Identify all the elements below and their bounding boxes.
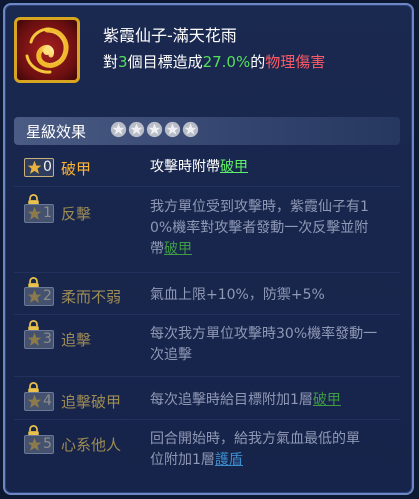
star-level-badge: 5 <box>24 435 54 454</box>
star-effects-header: 星級效果 <box>14 117 400 145</box>
shield-link[interactable]: 護盾 <box>215 452 243 468</box>
effect-description: 我方單位受到攻擊時，紫霞仙子有1 0%機率對攻擊者發動一次反擊並附 帶破甲 <box>150 199 369 257</box>
star-icon <box>27 437 42 451</box>
armor-break-link[interactable]: 破甲 <box>220 159 248 175</box>
star-icon <box>110 121 127 138</box>
star-effect-row-5: 5 心系他人 回合開始時，給我方氣血最低的單 位附加1層護盾 <box>14 423 400 477</box>
skill-description: 對3個目標造成27.0%的物理傷害 <box>103 53 326 71</box>
star-level-badge: 1 <box>24 204 54 223</box>
star-icon <box>27 289 42 303</box>
star-level-badge: 4 <box>24 392 54 411</box>
star-icon <box>128 121 145 138</box>
star-rating <box>110 121 199 138</box>
effect-name: 柔而不弱 <box>61 288 122 306</box>
star-level-badge: 2 <box>24 287 54 306</box>
effect-description: 回合開始時，給我方氣血最低的單 位附加1層護盾 <box>150 431 360 468</box>
star-effects-title: 星級效果 <box>26 123 87 141</box>
damage-type: 物理傷害 <box>265 53 326 71</box>
star-level-badge: 3 <box>24 330 54 349</box>
star-icon <box>27 206 42 220</box>
star-icon <box>27 394 42 408</box>
star-effect-row-4: 4 追擊破甲 每次追擊時給目標附加1層破甲 <box>14 380 400 416</box>
star-icon <box>146 121 163 138</box>
star-icon <box>164 121 181 138</box>
star-effect-row-1: 1 反擊 我方單位受到攻擊時，紫霞仙子有1 0%機率對攻擊者發動一次反擊並附 帶… <box>14 192 400 264</box>
skill-title: 紫霞仙子-滿天花雨 <box>103 26 237 45</box>
effect-description: 氣血上限+10%，防禦+5% <box>150 287 325 303</box>
effect-description: 每次我方單位攻擊時30%機率發動一 次追擊 <box>150 326 378 363</box>
effect-description: 攻擊時附帶破甲 <box>150 159 248 175</box>
star-icon <box>27 160 42 174</box>
star-level-badge: 0 <box>24 158 54 177</box>
effect-name: 心系他人 <box>61 436 122 454</box>
effect-name: 追擊 <box>61 331 92 349</box>
effect-name: 追擊破甲 <box>61 393 122 411</box>
star-icon <box>182 121 199 138</box>
target-count: 3 <box>118 53 128 71</box>
damage-percent: 27.0% <box>202 53 251 71</box>
star-effect-row-2: 2 柔而不弱 氣血上限+10%，防禦+5% <box>14 275 400 311</box>
star-effect-row-3: 3 追擊 每次我方單位攻擊時30%機率發動一 次追擊 <box>14 318 400 372</box>
armor-break-link[interactable]: 破甲 <box>313 392 341 408</box>
effect-name: 破甲 <box>61 160 92 178</box>
effect-name: 反擊 <box>61 205 92 223</box>
armor-break-link[interactable]: 破甲 <box>164 241 192 257</box>
star-icon <box>27 332 42 346</box>
swirl-emblem-icon <box>14 17 80 83</box>
effect-description: 每次追擊時給目標附加1層破甲 <box>150 392 341 408</box>
star-effect-row-0: 0 破甲 攻擊時附帶破甲 <box>14 152 400 182</box>
